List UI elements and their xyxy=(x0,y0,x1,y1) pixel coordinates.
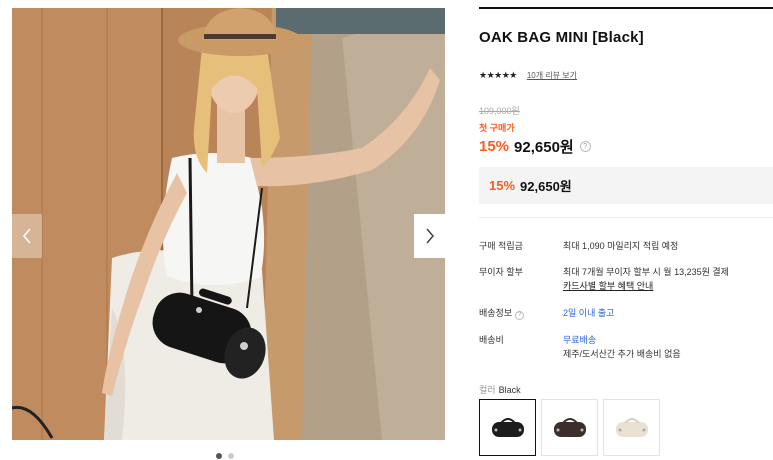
next-image-button[interactable] xyxy=(414,214,445,258)
pagination-dot[interactable] xyxy=(228,453,234,459)
swatch-black[interactable] xyxy=(479,399,536,456)
rating-stars-icon: ★★★★★ xyxy=(479,70,517,80)
first-purchase-label: 첫 구매가 xyxy=(479,123,515,133)
installment-value: 최대 7개월 무이자 할부 시 월 13,235원 결제 xyxy=(563,267,729,277)
color-label: 컬러 xyxy=(479,385,496,395)
price-box: 15% 92,650원 xyxy=(479,167,773,204)
chevron-right-icon xyxy=(425,228,434,244)
help-icon[interactable]: ? xyxy=(515,310,525,320)
shipping-fee-value-group: 무료배송 제주/도서산간 추가 배송비 없음 xyxy=(563,333,681,361)
points-value: 최대 1,090 마일리지 적립 예정 xyxy=(563,241,679,251)
points-label: 구매 적립금 xyxy=(479,241,523,251)
gallery-pagination xyxy=(216,453,234,459)
swatch-brown[interactable] xyxy=(541,399,598,456)
divider xyxy=(479,7,773,9)
price-box-price: 92,650원 xyxy=(520,179,572,194)
product-image[interactable] xyxy=(12,8,445,440)
shipping-info-value: 2일 이내 출고 xyxy=(563,308,615,318)
chevron-left-icon xyxy=(23,228,31,244)
bag-brown-icon xyxy=(553,417,586,437)
shipping-info-label: 배송정보 xyxy=(479,308,513,318)
installment-label: 무이자 할부 xyxy=(479,267,523,277)
original-price: 109,000원 xyxy=(479,106,520,116)
installment-benefit-link[interactable]: 카드사별 할부 혜택 안내 xyxy=(563,279,729,293)
shipping-fee-label: 배송비 xyxy=(479,335,504,345)
swatch-cream[interactable] xyxy=(603,399,660,456)
color-selected: Black xyxy=(498,385,521,395)
color-swatches xyxy=(479,399,660,456)
prev-image-button[interactable] xyxy=(12,214,42,258)
first-purchase-price: 15% 92,650원 ? xyxy=(479,136,591,157)
installment-value-group: 최대 7개월 무이자 할부 시 월 13,235원 결제 카드사별 할부 혜택 … xyxy=(563,265,729,293)
product-title: OAK BAG MINI [Black] xyxy=(479,29,644,46)
bag-cream-icon xyxy=(615,417,648,437)
pagination-dot-active[interactable] xyxy=(216,453,222,459)
price-box-discount: 15% xyxy=(489,178,516,193)
bag-black-icon xyxy=(491,417,524,437)
divider xyxy=(479,217,773,218)
review-link[interactable]: 10개 리뷰 보기 xyxy=(527,70,577,81)
shipping-fee-value: 무료배송 xyxy=(563,335,597,345)
discount-percent: 15% xyxy=(479,138,510,155)
shipping-fee-note: 제주/도서산간 추가 배송비 없음 xyxy=(563,349,681,359)
product-photo xyxy=(12,8,445,440)
product-info-panel: OAK BAG MINI [Black] ★★★★★ 10개 리뷰 보기 109… xyxy=(479,0,773,460)
help-icon[interactable]: ? xyxy=(579,141,591,152)
rating: ★★★★★ 10개 리뷰 보기 xyxy=(479,70,577,81)
shipping-info-label-group: 배송정보? xyxy=(479,306,525,320)
color-label-group: 컬러 Black xyxy=(479,383,521,396)
sale-price: 92,650원 xyxy=(514,139,574,156)
